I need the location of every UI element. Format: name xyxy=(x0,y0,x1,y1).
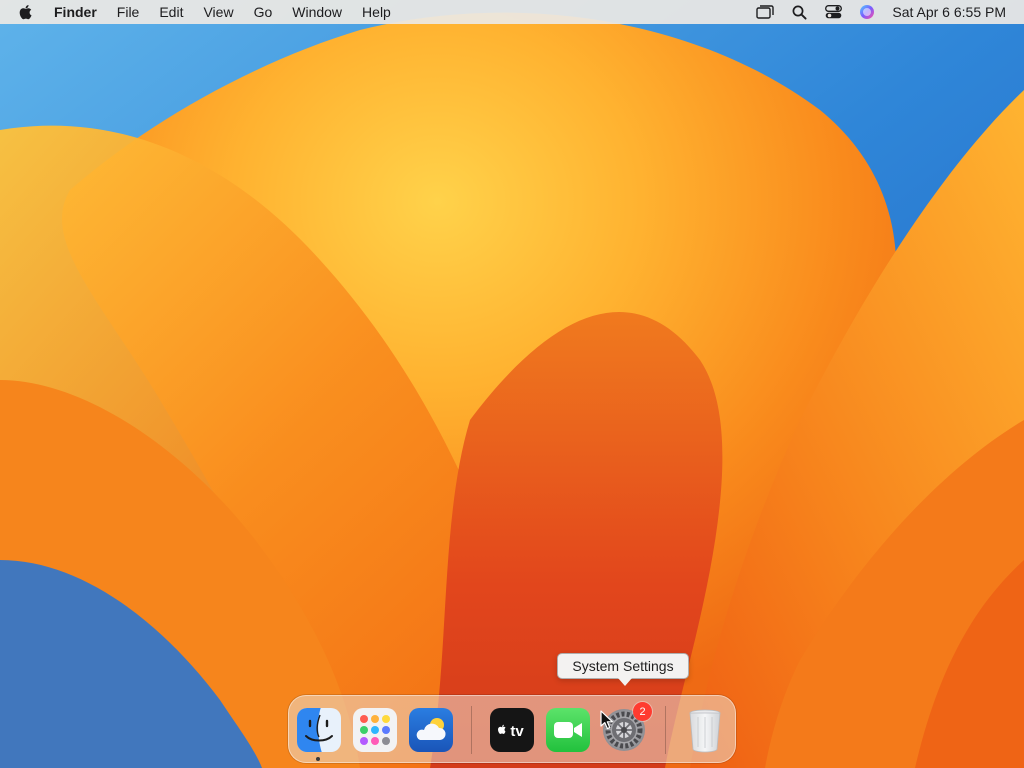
control-center-button[interactable] xyxy=(816,0,850,24)
notification-badge: 2 xyxy=(633,702,652,721)
mouse-cursor-icon xyxy=(600,710,613,730)
tv-label: tv xyxy=(510,723,524,740)
dock-weather[interactable] xyxy=(408,707,454,753)
wallpaper xyxy=(0,0,1024,768)
menu-view[interactable]: View xyxy=(193,0,243,24)
facetime-icon xyxy=(546,708,590,752)
dock-trash[interactable] xyxy=(682,707,728,753)
dock-separator-trash xyxy=(665,706,666,754)
status-area: Sat Apr 6 6:55 PM xyxy=(748,0,1024,24)
dock-tooltip: System Settings xyxy=(557,653,689,679)
dock-facetime[interactable] xyxy=(545,707,591,753)
control-center-icon xyxy=(824,5,842,19)
tv-icon: tv xyxy=(490,708,534,752)
dock-separator xyxy=(471,706,472,754)
menu-help[interactable]: Help xyxy=(352,0,401,24)
menu-go[interactable]: Go xyxy=(244,0,283,24)
dock-tv[interactable]: tv xyxy=(489,707,535,753)
spotlight-button[interactable] xyxy=(782,0,816,24)
menu-file[interactable]: File xyxy=(107,0,150,24)
apple-menu[interactable] xyxy=(0,0,52,24)
dock-finder[interactable] xyxy=(296,707,342,753)
app-name-menu[interactable]: Finder xyxy=(52,0,107,24)
siri-icon xyxy=(860,5,875,19)
desktop[interactable]: Finder File Edit View Go Window Help Sat… xyxy=(0,0,1024,768)
dock-launchpad[interactable] xyxy=(352,707,398,753)
siri-button[interactable] xyxy=(850,0,884,24)
menu-window[interactable]: Window xyxy=(282,0,352,24)
finder-icon xyxy=(297,708,341,752)
dock-tooltip-arrow xyxy=(618,678,632,686)
spotlight-search-icon xyxy=(792,5,807,20)
finder-running-indicator xyxy=(316,757,320,761)
menubar-clock[interactable]: Sat Apr 6 6:55 PM xyxy=(884,0,1024,24)
launchpad-icon xyxy=(353,708,397,752)
screen-mirroring-icon xyxy=(756,5,775,19)
menu-edit[interactable]: Edit xyxy=(149,0,193,24)
weather-icon xyxy=(409,708,453,752)
trash-icon xyxy=(689,709,721,753)
apple-logo-icon xyxy=(19,5,32,20)
menu-bar: Finder File Edit View Go Window Help Sat… xyxy=(0,0,1024,24)
screen-mirroring-button[interactable] xyxy=(748,0,782,24)
